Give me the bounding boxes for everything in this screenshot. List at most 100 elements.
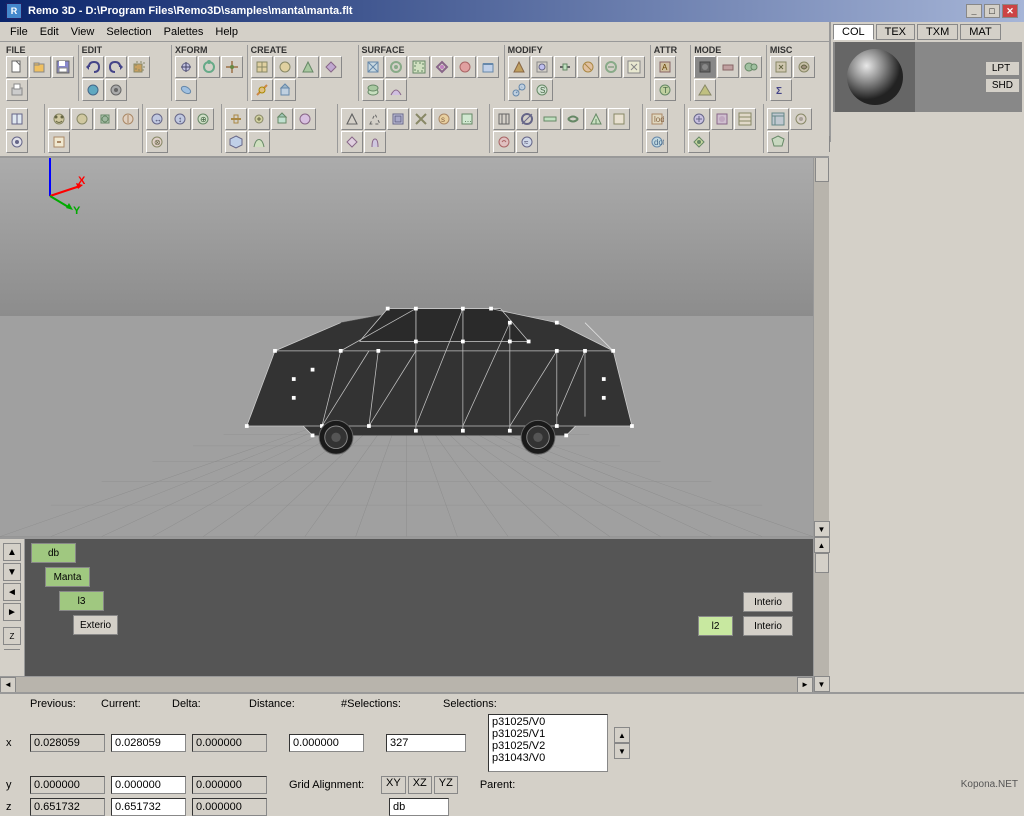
- mode4-button[interactable]: [694, 79, 716, 101]
- r2-mod7[interactable]: [493, 131, 515, 153]
- r2-mode2[interactable]: [711, 108, 733, 130]
- xz-button[interactable]: XZ: [408, 776, 432, 794]
- r2-mod5[interactable]: [585, 108, 607, 130]
- r2-edit4[interactable]: [117, 108, 139, 130]
- create6-button[interactable]: [274, 79, 296, 101]
- r2-misc2[interactable]: [790, 108, 812, 130]
- menu-view[interactable]: View: [65, 24, 101, 40]
- r2-misc3[interactable]: [767, 131, 789, 153]
- surf6-button[interactable]: [477, 56, 499, 78]
- create2-button[interactable]: [274, 56, 296, 78]
- mat-tab[interactable]: MAT: [960, 24, 1000, 40]
- misc3-button[interactable]: Σ: [770, 79, 792, 101]
- create4-button[interactable]: [320, 56, 342, 78]
- menu-selection[interactable]: Selection: [100, 24, 157, 40]
- r2-surf8[interactable]: [364, 131, 386, 153]
- hscroll-right-button[interactable]: ►: [797, 677, 813, 693]
- r2-xform4[interactable]: ⊗: [146, 131, 168, 153]
- r2-btn1[interactable]: [6, 108, 28, 130]
- txm-tab[interactable]: TXM: [917, 24, 958, 40]
- move-button[interactable]: [175, 56, 197, 78]
- xy-button[interactable]: XY: [381, 776, 406, 794]
- save-button[interactable]: [52, 56, 74, 78]
- r2-edit1[interactable]: [48, 108, 70, 130]
- viewport-3d[interactable]: Z X Y: [0, 136, 813, 537]
- r2-mod8[interactable]: ≈: [516, 131, 538, 153]
- r2-btn2[interactable]: [6, 131, 28, 153]
- r2-mode1[interactable]: [688, 108, 710, 130]
- scene-scroll-thumb[interactable]: [815, 553, 829, 573]
- create5-button[interactable]: [251, 79, 273, 101]
- selections-list[interactable]: p31025/V0p31025/V1p31025/V2p31043/V0: [488, 714, 608, 772]
- mode2-button[interactable]: [717, 56, 739, 78]
- r2-create6[interactable]: [248, 131, 270, 153]
- parent-value-field[interactable]: db: [389, 798, 449, 816]
- settings-button[interactable]: [105, 79, 127, 101]
- print-button[interactable]: [6, 79, 28, 101]
- r2-mod6[interactable]: [608, 108, 630, 130]
- arrow-right-button[interactable]: ►: [3, 603, 21, 621]
- r2-xform2[interactable]: ↕: [169, 108, 191, 130]
- surf8-button[interactable]: [385, 79, 407, 101]
- l2-node-button[interactable]: l2: [698, 616, 733, 636]
- yz-button[interactable]: YZ: [434, 776, 458, 794]
- tex-tab[interactable]: TEX: [876, 24, 915, 40]
- mod2-button[interactable]: [531, 56, 553, 78]
- viewport-scrollbar[interactable]: ▲ ▼: [813, 136, 829, 537]
- xform4-button[interactable]: [175, 79, 197, 101]
- sel-scroll-up[interactable]: ▲: [614, 727, 630, 743]
- r2-surf1[interactable]: [341, 108, 363, 130]
- r2-create1[interactable]: [225, 108, 247, 130]
- r2-mode3[interactable]: [734, 108, 756, 130]
- arrow-up-button[interactable]: ▲: [3, 543, 21, 561]
- selection-item[interactable]: p31025/V0: [492, 716, 604, 728]
- minimize-button[interactable]: _: [966, 4, 982, 18]
- mod3-button[interactable]: [554, 56, 576, 78]
- menu-edit[interactable]: Edit: [34, 24, 65, 40]
- misc1-button[interactable]: [770, 56, 792, 78]
- open-button[interactable]: [29, 56, 51, 78]
- surf3-button[interactable]: [408, 56, 430, 78]
- current-x-field[interactable]: 0.028059: [111, 734, 186, 752]
- group-button[interactable]: [128, 56, 150, 78]
- mode3-button[interactable]: [740, 56, 762, 78]
- r2-create4[interactable]: [294, 108, 316, 130]
- undo-button[interactable]: [82, 56, 104, 78]
- r2-surf4[interactable]: [410, 108, 432, 130]
- redo-button[interactable]: [105, 56, 127, 78]
- r2-surf5[interactable]: s: [433, 108, 455, 130]
- mode1-button[interactable]: [694, 56, 716, 78]
- create3-button[interactable]: [297, 56, 319, 78]
- current-y-field[interactable]: 0.000000: [111, 776, 186, 794]
- menu-file[interactable]: File: [4, 24, 34, 40]
- r2-surf3[interactable]: [387, 108, 409, 130]
- mod1-button[interactable]: [508, 56, 530, 78]
- mod6-button[interactable]: [623, 56, 645, 78]
- r2-edit2[interactable]: [71, 108, 93, 130]
- r2-edit3[interactable]: [94, 108, 116, 130]
- distance-field[interactable]: 0.000000: [289, 734, 364, 752]
- surf1-button[interactable]: [362, 56, 384, 78]
- ungroup-button[interactable]: [82, 79, 104, 101]
- r2-edit5[interactable]: [48, 131, 70, 153]
- selection-item[interactable]: p31025/V1: [492, 728, 604, 740]
- r2-attr1[interactable]: lod: [646, 108, 668, 130]
- surf4-button[interactable]: [431, 56, 453, 78]
- r2-mod4[interactable]: [562, 108, 584, 130]
- selections-count-field[interactable]: 327: [386, 734, 466, 752]
- scene-scroll-down-button[interactable]: ▼: [814, 676, 830, 692]
- attr1-button[interactable]: A: [654, 56, 676, 78]
- r2-xform3[interactable]: ⊕: [192, 108, 214, 130]
- col-tab[interactable]: COL: [833, 24, 874, 40]
- manta-node-button[interactable]: Manta: [45, 567, 90, 587]
- interio1-node-button[interactable]: Interio: [743, 592, 793, 612]
- arrow-down-button[interactable]: ▼: [3, 563, 21, 581]
- maximize-button[interactable]: □: [984, 4, 1000, 18]
- surf2-button[interactable]: [385, 56, 407, 78]
- new-button[interactable]: [6, 56, 28, 78]
- r2-misc1[interactable]: [767, 108, 789, 130]
- r2-mod3[interactable]: [539, 108, 561, 130]
- vscroll-down-button[interactable]: ▼: [814, 521, 830, 537]
- r2-surf7[interactable]: [341, 131, 363, 153]
- rotate-button[interactable]: [198, 56, 220, 78]
